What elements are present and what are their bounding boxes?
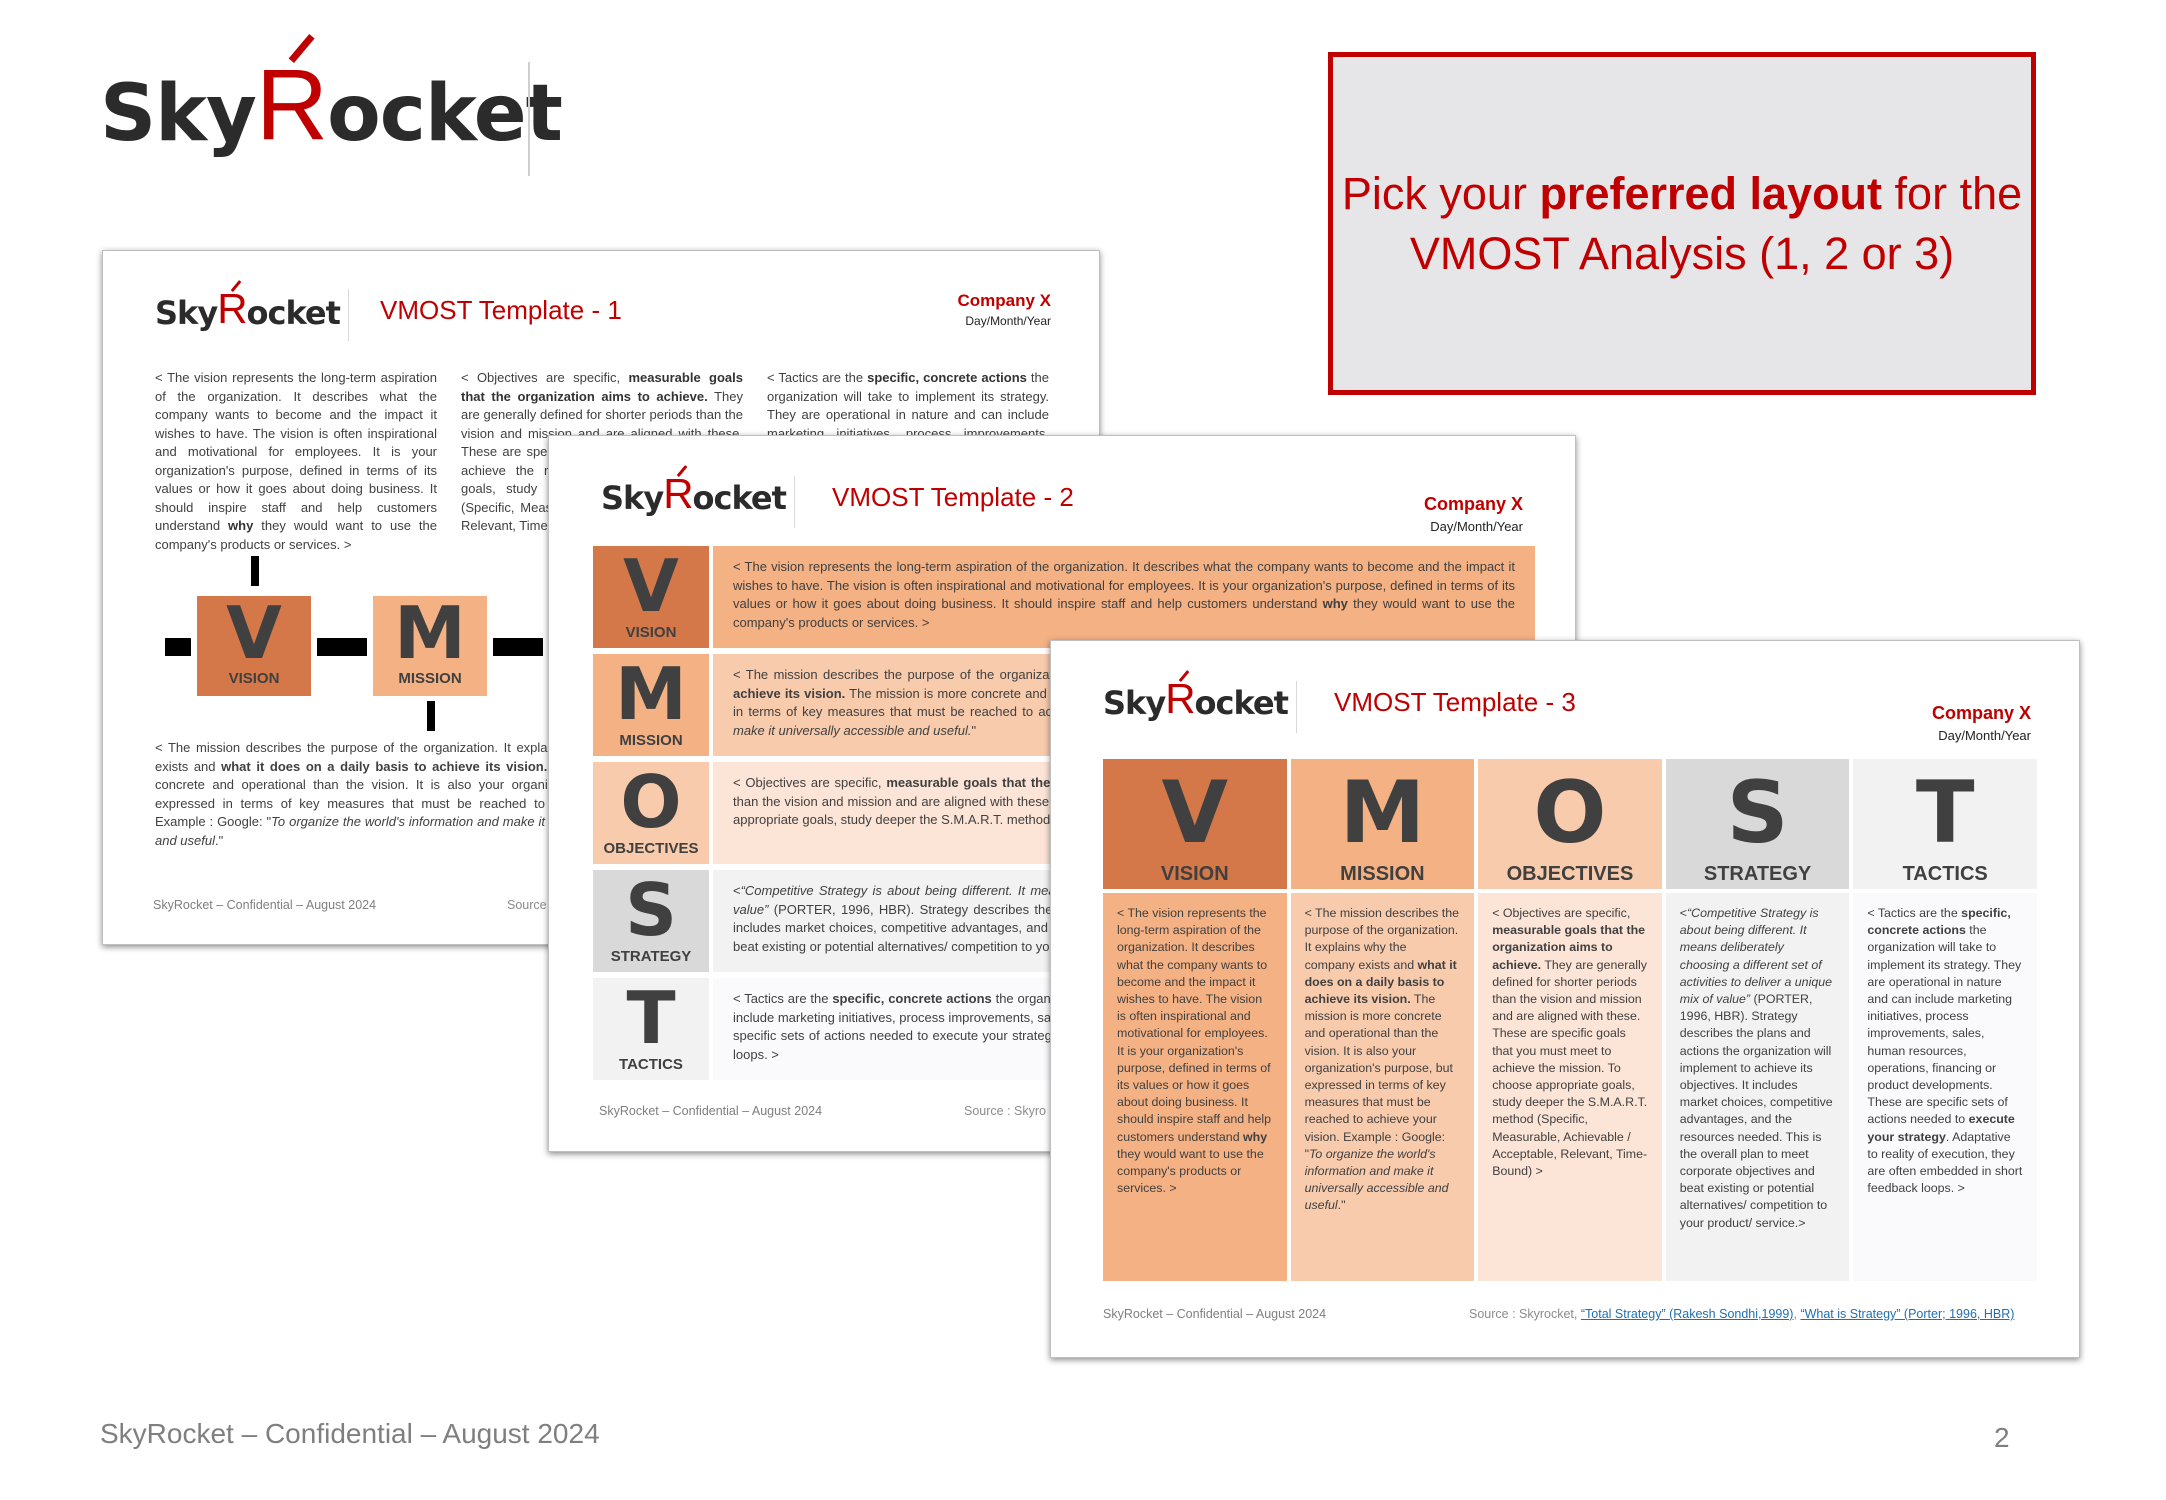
company-name: Company X [1423,494,1523,514]
company-name: Company X [957,291,1051,310]
company-block: Company X Day/Month/Year [1932,703,2031,743]
vision-description: < The vision represents the long-term as… [155,370,438,552]
company-block: Company X Day/Month/Year [1424,494,1523,534]
tactics-tile: T TACTICS [593,978,709,1080]
tactics-column: T TACTICS < Tactics are the specific, con… [1853,759,2037,1281]
mission-column: M MISSION < The mission describes the pur… [1290,759,1475,1281]
company-name: Company X [1931,703,2031,723]
slide-footer: SkyRocket – Confidential – August 2024 [599,1104,823,1118]
mission-tile: M MISSION [593,654,709,756]
slide-logo: Sky Rocket [601,470,787,517]
strategy-column: S STRATEGY <“Competitive Strategy is abou… [1665,759,1850,1281]
mission-tile: M MISSION [1290,759,1475,889]
slide-title: VMOST Template - 1 [380,295,622,325]
vision-column: V VISION < The vision represents the long… [1103,759,1287,1281]
slide-header-divider [348,289,349,341]
vision-text: < The vision represents the long-term as… [713,546,1535,648]
connector [427,701,435,731]
mission-box: M MISSION [373,596,487,696]
company-date: Day/Month/Year [1938,728,2031,743]
connector [493,638,543,656]
strategy-tile: S STRATEGY [1665,759,1850,889]
objectives-tile: O OBJECTIVES [593,762,709,864]
slide-title: VMOST Template - 2 [832,482,1074,512]
slide-footer: SkyRocket – Confidential – August 2024 [153,898,377,912]
vision-row: V VISION < The vision represents the long… [593,546,1535,648]
strategy-text: <“Competitive Strategy is about being di… [1665,893,1850,1281]
slide-source: Source [507,898,547,912]
vision-box: V VISION [197,596,311,696]
logo-text-sky: Sky [100,69,257,159]
slide-header-divider [794,476,795,528]
callout-text: Pick your preferred layout for the VMOST… [1341,167,2023,279]
logo-text-ocket: ocket [327,69,563,159]
slide-title: VMOST Template - 3 [1334,687,1576,717]
vmost-grid: V VISION < The vision represents the long… [1103,759,2037,1281]
slide-source: Source : Skyro [964,1104,1046,1118]
source-link-what-is-strategy[interactable]: “What is Strategy” (Porter; 1996, HBR) [1800,1307,2014,1321]
company-block: Company X Day/Month/Year [957,291,1051,328]
source-link-total-strategy[interactable]: “Total Strategy” (Rakesh Sondhi,1999) [1581,1307,1794,1321]
tactics-tile: T TACTICS [1853,759,2037,889]
slide-footer: SkyRocket – Confidential – August 2024 [1103,1307,1327,1321]
tactics-text: < Tactics are the specific, concrete act… [1853,893,2037,1281]
logo-text-r: R [255,49,328,161]
slide-header-divider [1296,681,1297,733]
objectives-column: O OBJECTIVES < Objectives are specific, m… [1478,759,1662,1281]
slide-logo: Sky Rocket [1103,675,1289,722]
slide-logo: Sky Rocket [155,285,341,332]
connector [165,638,191,656]
company-date: Day/Month/Year [1430,519,1523,534]
skyrocket-logo: Sky Rocket [100,49,563,161]
page-number: 2 [1994,1422,2010,1453]
connector [317,638,367,656]
header-divider [528,62,530,176]
connector [251,556,259,586]
slide-source: Source : Skyrocket, “Total Strategy” (Ra… [1469,1307,2015,1321]
vision-tile: V VISION [1103,759,1287,889]
vision-text: < The vision represents the long-term as… [1103,893,1287,1281]
layout-choice-callout: Pick your preferred layout for the VMOST… [1328,52,2036,395]
mission-text: < The mission describes the purpose of t… [1290,893,1475,1281]
vision-tile: V VISION [593,546,709,648]
objectives-tile: O OBJECTIVES [1478,759,1662,889]
objectives-text: < Objectives are specific, measurable go… [1478,893,1662,1281]
vmost-template-3-thumbnail[interactable]: Sky Rocket VMOST Template - 3 Company X D… [1050,640,2080,1358]
strategy-tile: S STRATEGY [593,870,709,972]
company-date: Day/Month/Year [965,314,1051,328]
page-footer: SkyRocket – Confidential – August 2024 [100,1418,600,1449]
